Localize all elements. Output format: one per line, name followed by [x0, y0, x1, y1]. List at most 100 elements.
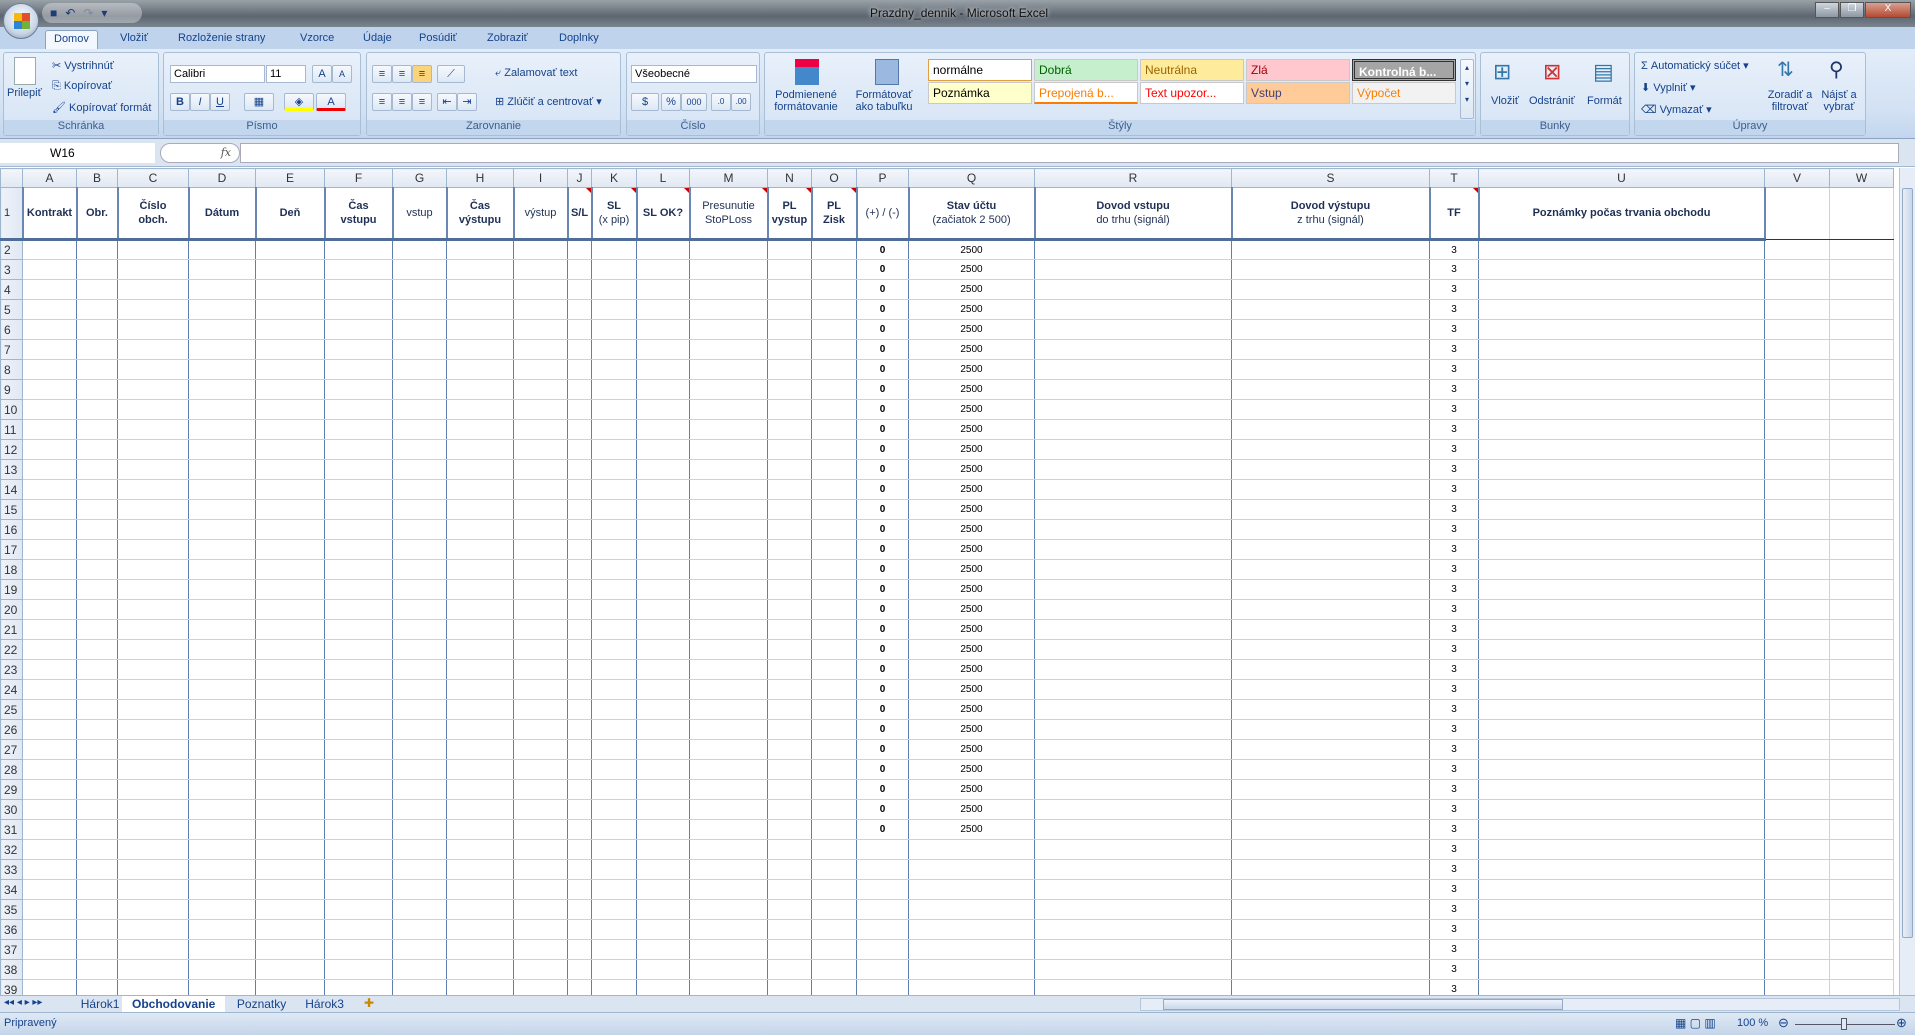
cell-L[interactable] [636, 539, 690, 560]
cell-Q[interactable]: 2500 [908, 559, 1035, 580]
cell-C[interactable] [117, 639, 189, 660]
cell-C[interactable] [117, 439, 189, 460]
row-header[interactable]: 39 [0, 979, 23, 995]
cell-E[interactable] [255, 739, 325, 760]
cell-W[interactable] [1829, 479, 1894, 500]
column-header-R[interactable]: R [1034, 168, 1232, 188]
sort-filter-button[interactable]: Zoradiť a filtrovať [1765, 89, 1815, 113]
cell-V[interactable] [1764, 419, 1830, 440]
column-header-F[interactable]: F [324, 168, 393, 188]
align-center-button[interactable]: ≡ [392, 93, 412, 111]
cell-Q[interactable] [908, 979, 1035, 995]
row-header[interactable]: 17 [0, 539, 23, 560]
cell-N[interactable] [767, 259, 812, 280]
cell-V[interactable] [1764, 259, 1830, 280]
cell-Q[interactable]: 2500 [908, 659, 1035, 680]
cell-B[interactable] [76, 679, 118, 700]
clear-button[interactable]: ⌫ Vymazať ▾ [1641, 103, 1712, 116]
cell-R[interactable] [1034, 959, 1232, 980]
cell-V[interactable] [1764, 739, 1830, 760]
column-header-A[interactable]: A [22, 168, 77, 188]
cell-L[interactable] [636, 759, 690, 780]
cell-E[interactable] [255, 859, 325, 880]
row-header[interactable]: 19 [0, 579, 23, 600]
cell-A[interactable] [22, 239, 77, 260]
row-header[interactable]: 33 [0, 859, 23, 880]
row-header[interactable]: 7 [0, 339, 23, 360]
cell-U[interactable] [1478, 859, 1765, 880]
cell-A[interactable] [22, 519, 77, 540]
cell-L[interactable] [636, 939, 690, 960]
cell-M[interactable] [689, 879, 768, 900]
cell-style-7[interactable]: Text upozor... [1140, 82, 1244, 104]
cell-S[interactable] [1231, 779, 1430, 800]
cell-P[interactable]: 0 [856, 479, 909, 500]
column-header-C[interactable]: C [117, 168, 189, 188]
row-header[interactable]: 16 [0, 519, 23, 540]
cell-R[interactable] [1034, 299, 1232, 320]
cell-B[interactable] [76, 619, 118, 640]
cell-R[interactable] [1034, 779, 1232, 800]
cell-V[interactable] [1764, 959, 1830, 980]
cell-J[interactable] [567, 539, 592, 560]
cell-I[interactable] [513, 479, 568, 500]
cell-G[interactable] [392, 959, 447, 980]
undo-icon[interactable]: ↶ [65, 6, 75, 20]
cell-W[interactable] [1829, 259, 1894, 280]
cell-B[interactable] [76, 399, 118, 420]
cell-F[interactable] [324, 599, 393, 620]
column-header-T[interactable]: T [1429, 168, 1479, 188]
cell-P[interactable]: 0 [856, 619, 909, 640]
cell-H[interactable] [446, 479, 514, 500]
cell-B[interactable] [76, 819, 118, 840]
cell-E[interactable] [255, 799, 325, 820]
cell-H[interactable] [446, 519, 514, 540]
cell-O[interactable] [811, 559, 857, 580]
cell-K[interactable] [591, 859, 637, 880]
cell-L[interactable] [636, 359, 690, 380]
cell-F[interactable] [324, 839, 393, 860]
cell-J[interactable] [567, 959, 592, 980]
cell-P[interactable]: 0 [856, 439, 909, 460]
cell-L[interactable] [636, 779, 690, 800]
cell-O[interactable] [811, 619, 857, 640]
cell-J[interactable] [567, 879, 592, 900]
cell-D[interactable] [188, 539, 256, 560]
cell-J[interactable] [567, 599, 592, 620]
cell-V[interactable] [1764, 839, 1830, 860]
header-cell-B[interactable]: Obr. [76, 187, 119, 241]
cell-N[interactable] [767, 759, 812, 780]
cell-H[interactable] [446, 459, 514, 480]
cell-G[interactable] [392, 379, 447, 400]
cell-H[interactable] [446, 379, 514, 400]
cell-O[interactable] [811, 859, 857, 880]
cell-J[interactable] [567, 459, 592, 480]
cell-N[interactable] [767, 499, 812, 520]
cell-G[interactable] [392, 259, 447, 280]
cell-B[interactable] [76, 759, 118, 780]
cell-M[interactable] [689, 599, 768, 620]
tab-1[interactable]: Vložiť [112, 30, 156, 46]
tab-4[interactable]: Údaje [355, 30, 400, 46]
delete-cells-button[interactable]: Odstrániť [1529, 95, 1575, 107]
cell-B[interactable] [76, 939, 118, 960]
office-button[interactable] [3, 3, 39, 39]
cell-C[interactable] [117, 319, 189, 340]
cell-L[interactable] [636, 519, 690, 540]
zoom-in-button[interactable]: ⊕ [1896, 1015, 1907, 1031]
cell-I[interactable] [513, 579, 568, 600]
cell-H[interactable] [446, 639, 514, 660]
cell-E[interactable] [255, 979, 325, 995]
cell-L[interactable] [636, 879, 690, 900]
cell-G[interactable] [392, 339, 447, 360]
cell-M[interactable] [689, 979, 768, 995]
cell-A[interactable] [22, 559, 77, 580]
cell-L[interactable] [636, 339, 690, 360]
cell-N[interactable] [767, 879, 812, 900]
cell-G[interactable] [392, 719, 447, 740]
cell-E[interactable] [255, 899, 325, 920]
cell-T[interactable]: 3 [1429, 699, 1479, 720]
cell-H[interactable] [446, 599, 514, 620]
cell-O[interactable] [811, 379, 857, 400]
cell-B[interactable] [76, 979, 118, 995]
